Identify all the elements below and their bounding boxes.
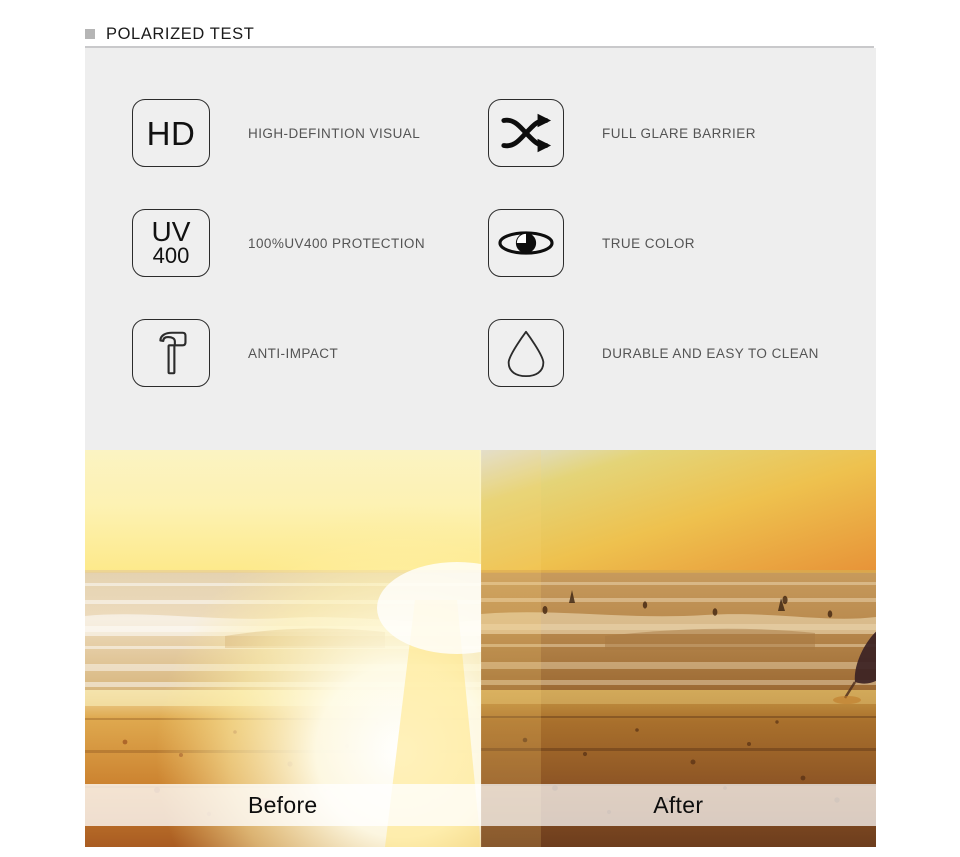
uv400-top-text: UV	[151, 216, 191, 248]
feature-label-uv-protection: 100%UV400 PROTECTION	[248, 235, 426, 251]
uv400-badge-icon: UV 400	[132, 209, 210, 277]
feature-label-anti-impact: ANTI-IMPACT	[248, 345, 339, 361]
feature-item-true-color: TRUE COLOR	[488, 209, 695, 277]
hammer-icon	[132, 319, 210, 387]
feature-item-durable-clean: DURABLE AND EASY TO CLEAN	[488, 319, 819, 387]
feature-label-durable-clean: DURABLE AND EASY TO CLEAN	[602, 345, 819, 361]
feature-item-uv-protection: UV 400 100%UV400 PROTECTION	[132, 209, 425, 277]
bullet-square-icon	[85, 29, 95, 39]
polarized-test-page: POLARIZED TEST HD HIGH-DEFINTION VISUAL	[0, 0, 960, 857]
uv400-bottom-text: 400	[152, 242, 190, 268]
caption-after: After	[480, 784, 876, 826]
hd-badge-icon: HD	[132, 99, 210, 167]
feature-label-glare-barrier: FULL GLARE BARRIER	[602, 125, 756, 141]
feature-item-high-definition: HD HIGH-DEFINTION VISUAL	[132, 99, 420, 167]
feature-item-glare-barrier: FULL GLARE BARRIER	[488, 99, 756, 167]
page-title: POLARIZED TEST	[106, 24, 255, 43]
caption-before-text: Before	[247, 791, 318, 818]
eye-icon	[488, 209, 564, 277]
features-panel: HD HIGH-DEFINTION VISUAL FULL GLARE BARR…	[85, 48, 876, 450]
section-header: POLARIZED TEST	[85, 22, 874, 46]
caption-after-text: After	[653, 791, 704, 818]
feature-item-anti-impact: ANTI-IMPACT	[132, 319, 338, 387]
caption-before: Before	[85, 784, 481, 826]
uv400-badge-label: UV 400	[151, 216, 191, 268]
feature-label-high-definition: HIGH-DEFINTION VISUAL	[248, 125, 421, 141]
hd-badge-label: HD	[146, 114, 196, 152]
comparison-caption-band: Before After	[85, 784, 876, 826]
beach-sunset-comparison-photo: Before After	[85, 450, 876, 847]
water-droplet-icon	[488, 319, 564, 387]
shuffle-arrows-icon	[488, 99, 564, 167]
feature-label-true-color: TRUE COLOR	[602, 235, 696, 251]
